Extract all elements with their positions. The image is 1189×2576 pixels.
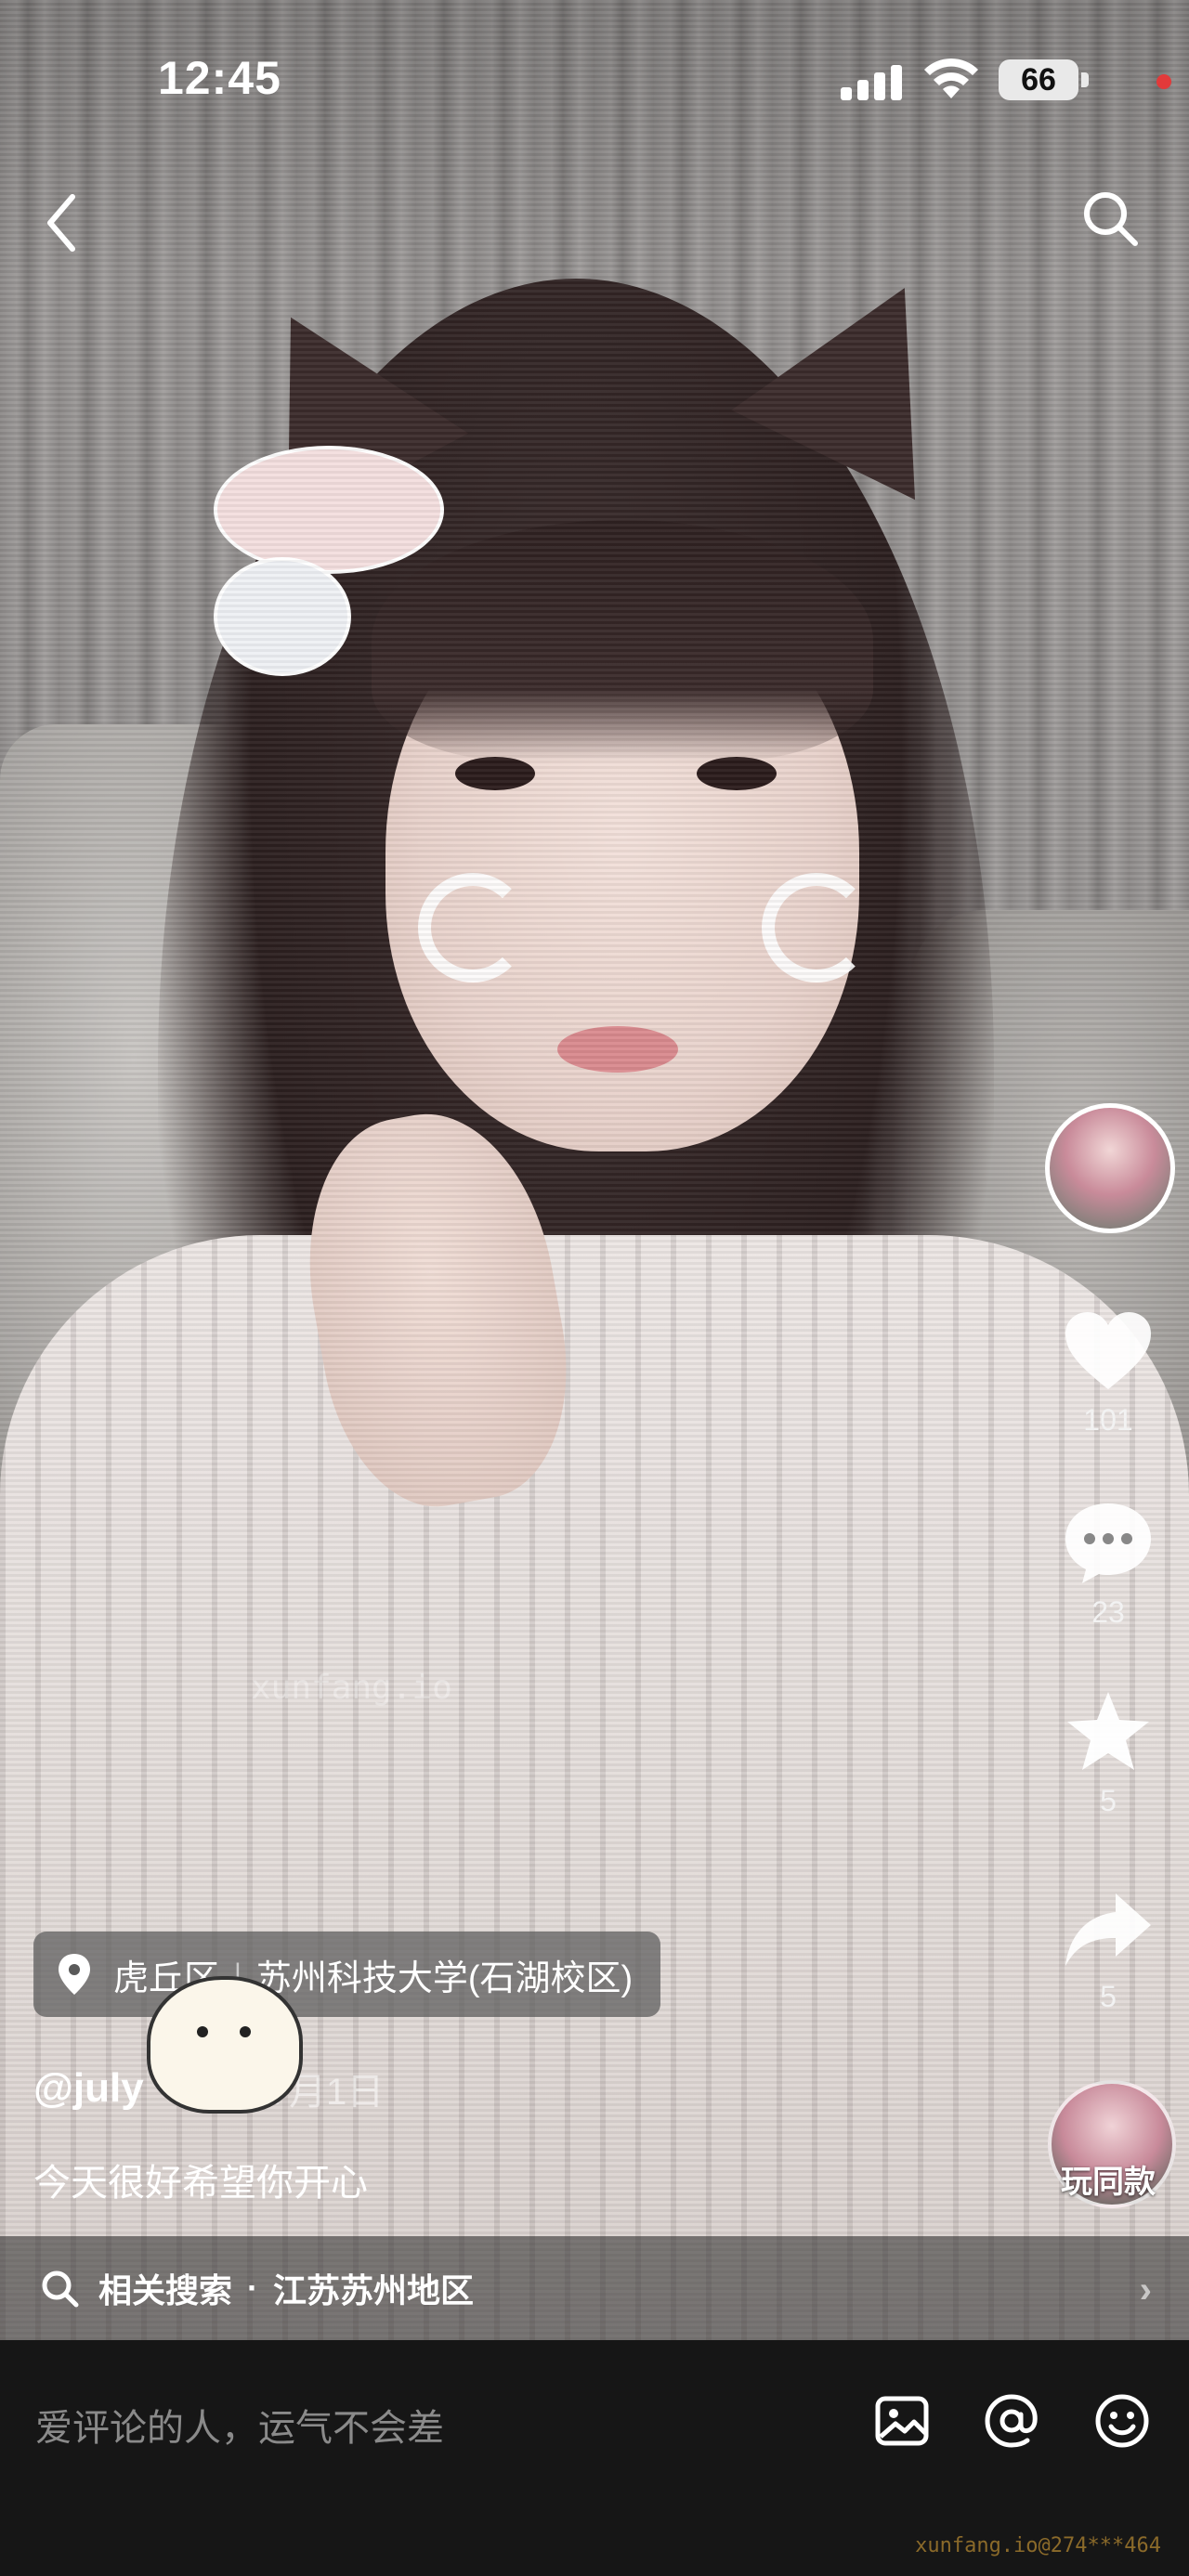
comment-icon <box>1065 1503 1151 1583</box>
watermark: xunfang.io@274***464 <box>915 2534 1161 2557</box>
comment-input[interactable]: 爱评论的人，运气不会差 <box>35 2398 444 2452</box>
battery-cap <box>1081 72 1089 87</box>
wifi-icon <box>924 58 978 98</box>
related-search-separator: · <box>247 2269 259 2307</box>
favorite-count: 5 <box>1100 1784 1117 1817</box>
author-name[interactable]: @july <box>33 2065 144 2112</box>
recording-indicator <box>1156 74 1171 89</box>
related-search-query: 江苏苏州地区 <box>273 2271 475 2309</box>
like-button[interactable]: 101 <box>1048 1309 1169 1438</box>
chevron-right-icon: › <box>1139 2270 1152 2310</box>
location-pin-icon <box>59 1954 90 1995</box>
search-icon <box>42 2270 79 2308</box>
author-avatar[interactable] <box>1045 1103 1175 1233</box>
at-icon[interactable] <box>983 2392 1040 2450</box>
co-create-label[interactable]: 玩同款 <box>1042 2156 1174 2202</box>
battery-icon: 66 <box>999 59 1078 100</box>
watermark: xunfang.io <box>251 1669 452 1707</box>
share-icon <box>1065 1893 1151 1966</box>
share-count: 5 <box>1100 1980 1117 2013</box>
star-icon <box>1067 1692 1149 1770</box>
like-count: 101 <box>1083 1403 1133 1437</box>
favorite-button[interactable]: 5 <box>1048 1688 1169 1818</box>
search-icon[interactable] <box>1078 186 1144 253</box>
signal-icon <box>841 65 902 100</box>
image-icon[interactable] <box>873 2392 931 2450</box>
share-button[interactable]: 5 <box>1048 1890 1169 2014</box>
status-time: 12:45 <box>158 52 281 104</box>
chevron-left-icon[interactable] <box>37 186 93 260</box>
post-caption: 今天很好希望你开心 <box>33 2163 368 2204</box>
heart-icon <box>1065 1312 1151 1389</box>
location-place: 苏州科技大学(石湖校区) <box>255 1958 634 1998</box>
comment-count: 23 <box>1091 1595 1125 1629</box>
location-chip[interactable]: 虎丘区 | 苏州科技大学(石湖校区) <box>33 1932 661 2017</box>
related-search-bar[interactable]: 相关搜索 · 江苏苏州地区 › <box>0 2236 1189 2340</box>
related-search-label: 相关搜索 <box>98 2271 233 2309</box>
emoji-icon[interactable] <box>1093 2392 1151 2450</box>
dog-sticker <box>147 1976 303 2114</box>
status-bar: 12:45 66 <box>0 0 1189 158</box>
comment-button[interactable]: 23 <box>1048 1500 1169 1630</box>
